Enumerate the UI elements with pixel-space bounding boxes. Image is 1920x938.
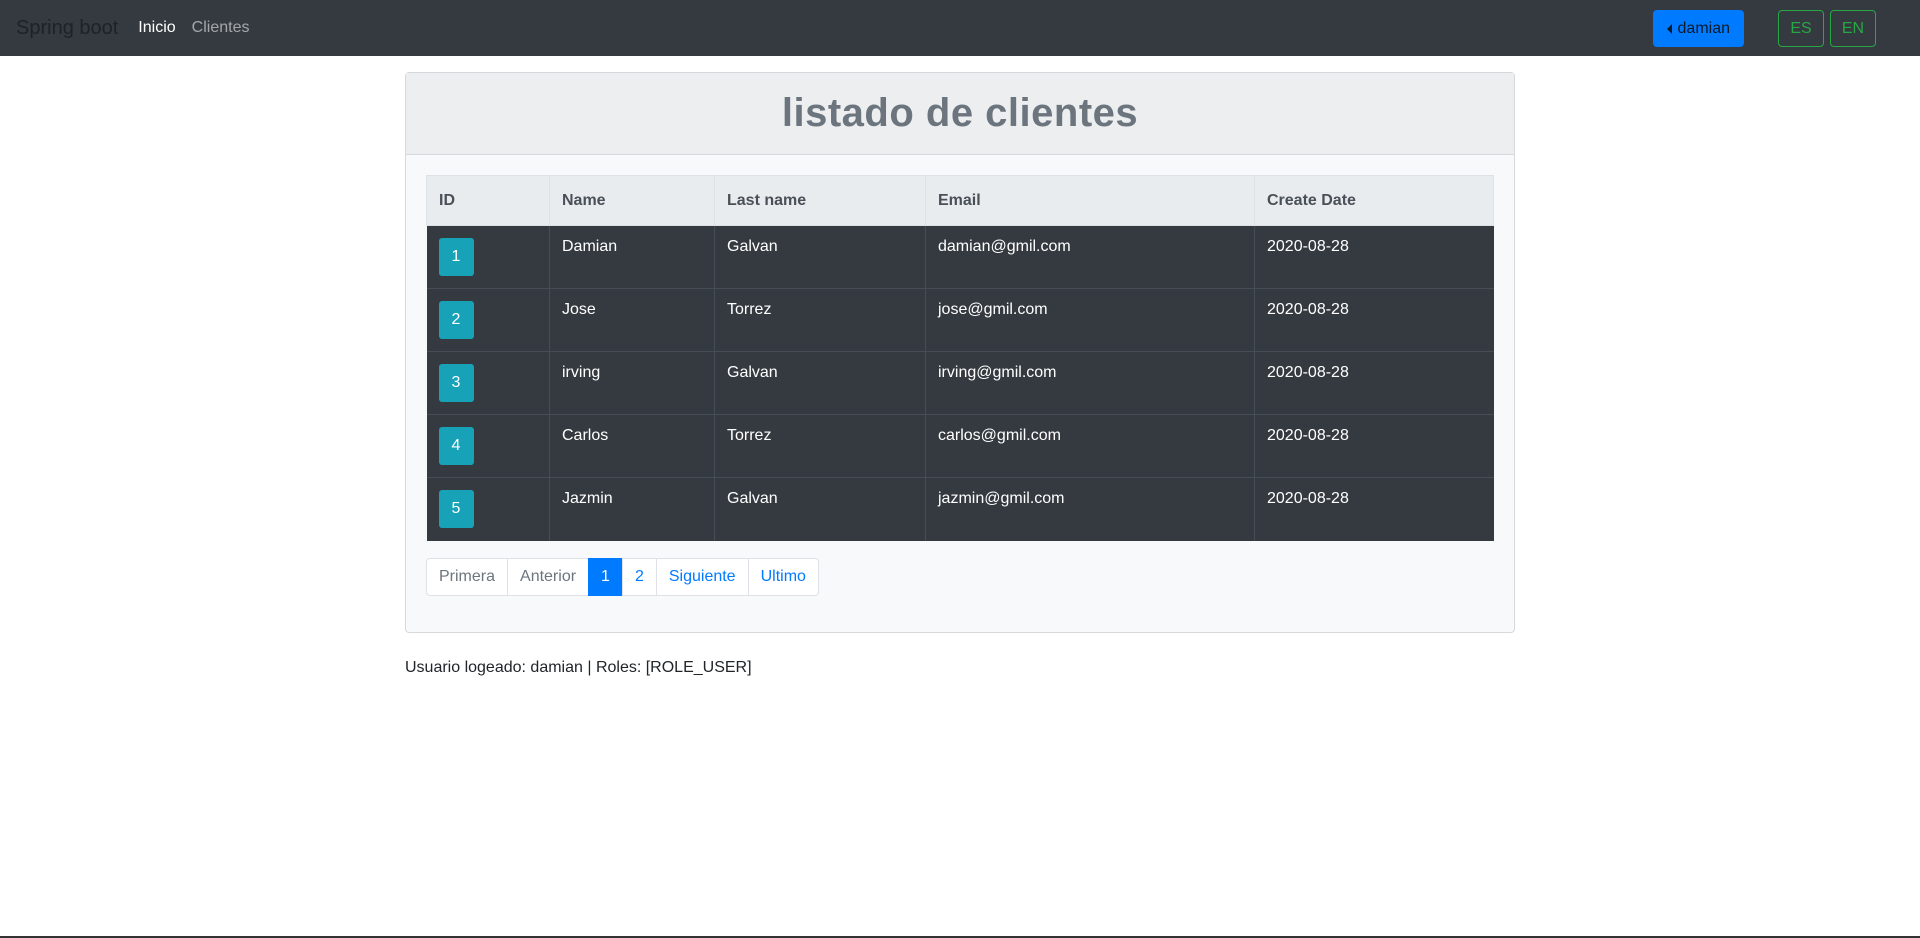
nav-link-clientes[interactable]: Clientes (192, 19, 250, 37)
cell-last-name: Torrez (714, 288, 926, 352)
table-header: ID Name Last name Email Create Date (426, 175, 1494, 226)
pagination-last[interactable]: Ultimo (747, 557, 819, 596)
client-id-button[interactable]: 5 (438, 490, 474, 528)
column-header-id: ID (426, 175, 550, 226)
cell-email: carlos@gmil.com (925, 414, 1255, 478)
navbar-brand[interactable]: Spring boot (16, 17, 118, 40)
client-id-button[interactable]: 4 (438, 427, 474, 465)
client-id-button[interactable]: 2 (438, 301, 474, 339)
column-header-last-name: Last name (714, 175, 926, 226)
user-dropdown-button[interactable]: damian (1652, 10, 1744, 47)
column-header-email: Email (925, 175, 1255, 226)
pagination-first: Primera (426, 557, 509, 596)
pagination: Primera Anterior 1 2 Siguiente Ultimo (426, 557, 1494, 596)
pagination-page-1[interactable]: 1 (588, 557, 623, 596)
cell-last-name: Galvan (714, 351, 926, 415)
pagination-previous: Anterior (507, 557, 590, 596)
nav-link-inicio[interactable]: Inicio (138, 19, 175, 37)
page-title: listado de clientes (781, 91, 1139, 135)
column-header-name: Name (549, 175, 715, 226)
table-body: 1 Damian Galvan damian@gmil.com 2020-08-… (426, 225, 1494, 541)
cell-last-name: Galvan (714, 225, 926, 289)
cell-name: irving (549, 351, 715, 415)
pagination-next[interactable]: Siguiente (655, 557, 749, 596)
cell-email: irving@gmil.com (925, 351, 1255, 415)
clients-card: listado de clientes ID Name Last name Em… (405, 72, 1515, 633)
pagination-page-2[interactable]: 2 (621, 557, 657, 596)
cell-name: Damian (549, 225, 715, 289)
client-id-button[interactable]: 3 (438, 364, 474, 402)
lang-en-button[interactable]: EN (1830, 10, 1876, 47)
cell-create-date: 2020-08-28 (1254, 477, 1494, 541)
main-container: listado de clientes ID Name Last name Em… (405, 72, 1515, 677)
cell-name: Jazmin (549, 477, 715, 541)
table-row: 1 Damian Galvan damian@gmil.com 2020-08-… (426, 225, 1494, 289)
cell-email: damian@gmil.com (925, 225, 1255, 289)
cell-email: jazmin@gmil.com (925, 477, 1255, 541)
caret-left-icon (1666, 23, 1672, 34)
cell-last-name: Torrez (714, 414, 926, 478)
table-row: 4 Carlos Torrez carlos@gmil.com 2020-08-… (426, 414, 1494, 478)
user-dropdown-label: damian (1677, 19, 1730, 37)
cell-name: Carlos (549, 414, 715, 478)
cell-create-date: 2020-08-28 (1254, 351, 1494, 415)
card-header: listado de clientes (406, 73, 1514, 155)
client-id-button[interactable]: 1 (438, 238, 474, 276)
table-row: 3 irving Galvan irving@gmil.com 2020-08-… (426, 351, 1494, 415)
cell-create-date: 2020-08-28 (1254, 414, 1494, 478)
cell-email: jose@gmil.com (925, 288, 1255, 352)
card-body: ID Name Last name Email Create Date 1 Da… (406, 155, 1514, 632)
column-header-create-date: Create Date (1254, 175, 1494, 226)
table-row: 5 Jazmin Galvan jazmin@gmil.com 2020-08-… (426, 477, 1494, 541)
logged-user-info: Usuario logeado: damian | Roles: [ROLE_U… (405, 658, 752, 676)
clients-table: ID Name Last name Email Create Date 1 Da… (426, 175, 1494, 541)
lang-es-button[interactable]: ES (1778, 10, 1824, 47)
cell-create-date: 2020-08-28 (1254, 225, 1494, 289)
cell-name: Jose (549, 288, 715, 352)
navbar-right-group: damian ES EN (1652, 10, 1876, 47)
cell-last-name: Galvan (714, 477, 926, 541)
cell-create-date: 2020-08-28 (1254, 288, 1494, 352)
table-row: 2 Jose Torrez jose@gmil.com 2020-08-28 (426, 288, 1494, 352)
top-navbar: Spring boot Inicio Clientes damian ES EN (0, 0, 1920, 56)
